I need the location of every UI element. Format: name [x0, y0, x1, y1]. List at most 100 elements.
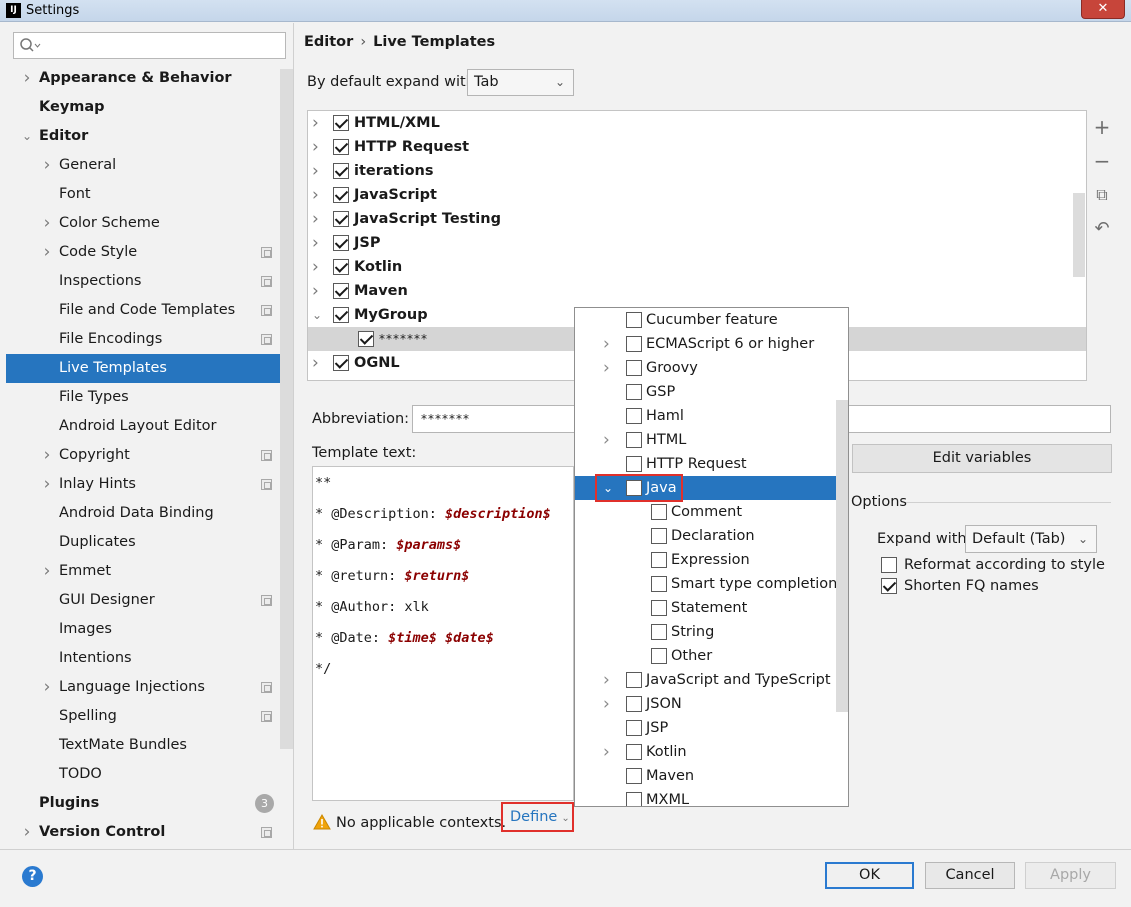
expand-with-select[interactable]: Default (Tab) ⌄	[965, 525, 1097, 553]
context-checkbox[interactable]	[626, 312, 642, 328]
context-maven[interactable]: Maven	[575, 764, 836, 788]
context-checkbox[interactable]	[626, 408, 642, 424]
context-checkbox[interactable]	[626, 744, 642, 760]
context-checkbox[interactable]	[651, 624, 667, 640]
sidebar-item-android-data-binding[interactable]: Android Data Binding	[6, 499, 280, 528]
template-group-maven[interactable]: › Maven	[308, 279, 1086, 303]
template-group-jsp[interactable]: › JSP	[308, 231, 1086, 255]
context-statement[interactable]: Statement	[575, 596, 836, 620]
template-checkbox[interactable]	[358, 331, 374, 347]
chevron-right-icon[interactable]: ›	[603, 356, 610, 380]
chevron-down-icon[interactable]: ⌄	[21, 122, 33, 151]
template-text-editor[interactable]: ** * @Description: $description$ * @Param:…	[312, 466, 574, 801]
sidebar-scrollbar[interactable]	[280, 69, 293, 749]
edit-variables-button[interactable]: Edit variables	[852, 444, 1112, 473]
settings-search-input[interactable]	[13, 32, 286, 59]
sidebar-item-code-style[interactable]: › Code Style	[6, 238, 280, 267]
context-checkbox[interactable]	[651, 600, 667, 616]
chevron-right-icon[interactable]: ›	[312, 111, 319, 135]
help-icon[interactable]: ?	[22, 866, 43, 887]
sidebar-item-file-encodings[interactable]: File Encodings	[6, 325, 280, 354]
context-checkbox[interactable]	[626, 360, 642, 376]
context-ecmascript-6-or-higher[interactable]: › ECMAScript 6 or higher	[575, 332, 836, 356]
sidebar-item-file-and-code-templates[interactable]: File and Code Templates	[6, 296, 280, 325]
close-window-button[interactable]: ✕	[1081, 0, 1125, 19]
chevron-right-icon[interactable]: ›	[603, 332, 610, 356]
context-mxml[interactable]: MXML	[575, 788, 836, 806]
template-checkbox[interactable]	[333, 115, 349, 131]
sidebar-item-textmate-bundles[interactable]: TextMate Bundles	[6, 731, 280, 760]
context-checkbox[interactable]	[626, 720, 642, 736]
context-haml[interactable]: Haml	[575, 404, 836, 428]
sidebar-item-todo[interactable]: TODO	[6, 760, 280, 789]
sidebar-item-general[interactable]: › General	[6, 151, 280, 180]
apply-button[interactable]: Apply	[1025, 862, 1116, 889]
chevron-down-icon[interactable]: ⌄	[312, 303, 322, 327]
remove-icon[interactable]: −	[1090, 149, 1114, 173]
context-jsp[interactable]: JSP	[575, 716, 836, 740]
sidebar-item-editor[interactable]: ⌄ Editor	[6, 122, 280, 151]
chevron-right-icon[interactable]: ›	[312, 183, 319, 207]
sidebar-item-gui-designer[interactable]: GUI Designer	[6, 586, 280, 615]
sidebar-item-color-scheme[interactable]: › Color Scheme	[6, 209, 280, 238]
sidebar-item-spelling[interactable]: Spelling	[6, 702, 280, 731]
sidebar-item-file-types[interactable]: File Types	[6, 383, 280, 412]
sidebar-item-intentions[interactable]: Intentions	[6, 644, 280, 673]
define-contexts-link[interactable]: Define ⌄	[501, 802, 574, 832]
context-checkbox[interactable]	[626, 456, 642, 472]
context-kotlin[interactable]: › Kotlin	[575, 740, 836, 764]
context-expression[interactable]: Expression	[575, 548, 836, 572]
context-string[interactable]: String	[575, 620, 836, 644]
context-checkbox[interactable]	[651, 552, 667, 568]
context-javascript-and-typescript[interactable]: › JavaScript and TypeScript	[575, 668, 836, 692]
cancel-button[interactable]: Cancel	[925, 862, 1015, 889]
template-checkbox[interactable]	[333, 163, 349, 179]
template-list-scrollbar[interactable]	[1073, 193, 1085, 277]
context-other[interactable]: Other	[575, 644, 836, 668]
chevron-right-icon[interactable]: ›	[41, 151, 53, 180]
context-popup-scrollbar[interactable]	[836, 400, 848, 712]
sidebar-item-language-injections[interactable]: › Language Injections	[6, 673, 280, 702]
sidebar-item-copyright[interactable]: › Copyright	[6, 441, 280, 470]
chevron-right-icon[interactable]: ›	[312, 159, 319, 183]
chevron-right-icon[interactable]: ›	[21, 818, 33, 847]
ok-button[interactable]: OK	[825, 862, 914, 889]
context-checkbox[interactable]	[651, 648, 667, 664]
template-checkbox[interactable]	[333, 259, 349, 275]
sidebar-item-inlay-hints[interactable]: › Inlay Hints	[6, 470, 280, 499]
context-checkbox[interactable]	[651, 528, 667, 544]
chevron-right-icon[interactable]: ›	[603, 692, 610, 716]
template-checkbox[interactable]	[333, 355, 349, 371]
undo-icon[interactable]: ↶	[1090, 217, 1114, 241]
add-icon[interactable]: +	[1090, 115, 1114, 139]
context-declaration[interactable]: Declaration	[575, 524, 836, 548]
chevron-right-icon[interactable]: ›	[312, 231, 319, 255]
context-checkbox[interactable]	[651, 576, 667, 592]
template-checkbox[interactable]	[333, 211, 349, 227]
chevron-right-icon[interactable]: ›	[41, 441, 53, 470]
context-groovy[interactable]: › Groovy	[575, 356, 836, 380]
chevron-right-icon[interactable]: ›	[41, 470, 53, 499]
sidebar-item-keymap[interactable]: Keymap	[6, 93, 280, 122]
sidebar-item-font[interactable]: Font	[6, 180, 280, 209]
context-checkbox[interactable]	[626, 336, 642, 352]
template-group-iterations[interactable]: › iterations	[308, 159, 1086, 183]
sidebar-item-live-templates[interactable]: Live Templates	[6, 354, 280, 383]
chevron-right-icon[interactable]: ›	[21, 64, 33, 93]
sidebar-item-version-control[interactable]: › Version Control	[6, 818, 280, 847]
copy-icon[interactable]: ⧉	[1090, 183, 1114, 207]
chevron-right-icon[interactable]: ›	[603, 740, 610, 764]
context-json[interactable]: › JSON	[575, 692, 836, 716]
sidebar-item-duplicates[interactable]: Duplicates	[6, 528, 280, 557]
chevron-right-icon[interactable]: ›	[312, 351, 319, 375]
context-http-request[interactable]: HTTP Request	[575, 452, 836, 476]
chevron-right-icon[interactable]: ›	[41, 673, 53, 702]
chevron-right-icon[interactable]: ›	[603, 668, 610, 692]
context-checkbox[interactable]	[651, 504, 667, 520]
shorten-fq-checkbox[interactable]	[881, 578, 897, 594]
chevron-right-icon[interactable]: ›	[41, 238, 53, 267]
context-cucumber-feature[interactable]: Cucumber feature	[575, 308, 836, 332]
template-checkbox[interactable]	[333, 235, 349, 251]
template-group-kotlin[interactable]: › Kotlin	[308, 255, 1086, 279]
context-checkbox[interactable]	[626, 768, 642, 784]
